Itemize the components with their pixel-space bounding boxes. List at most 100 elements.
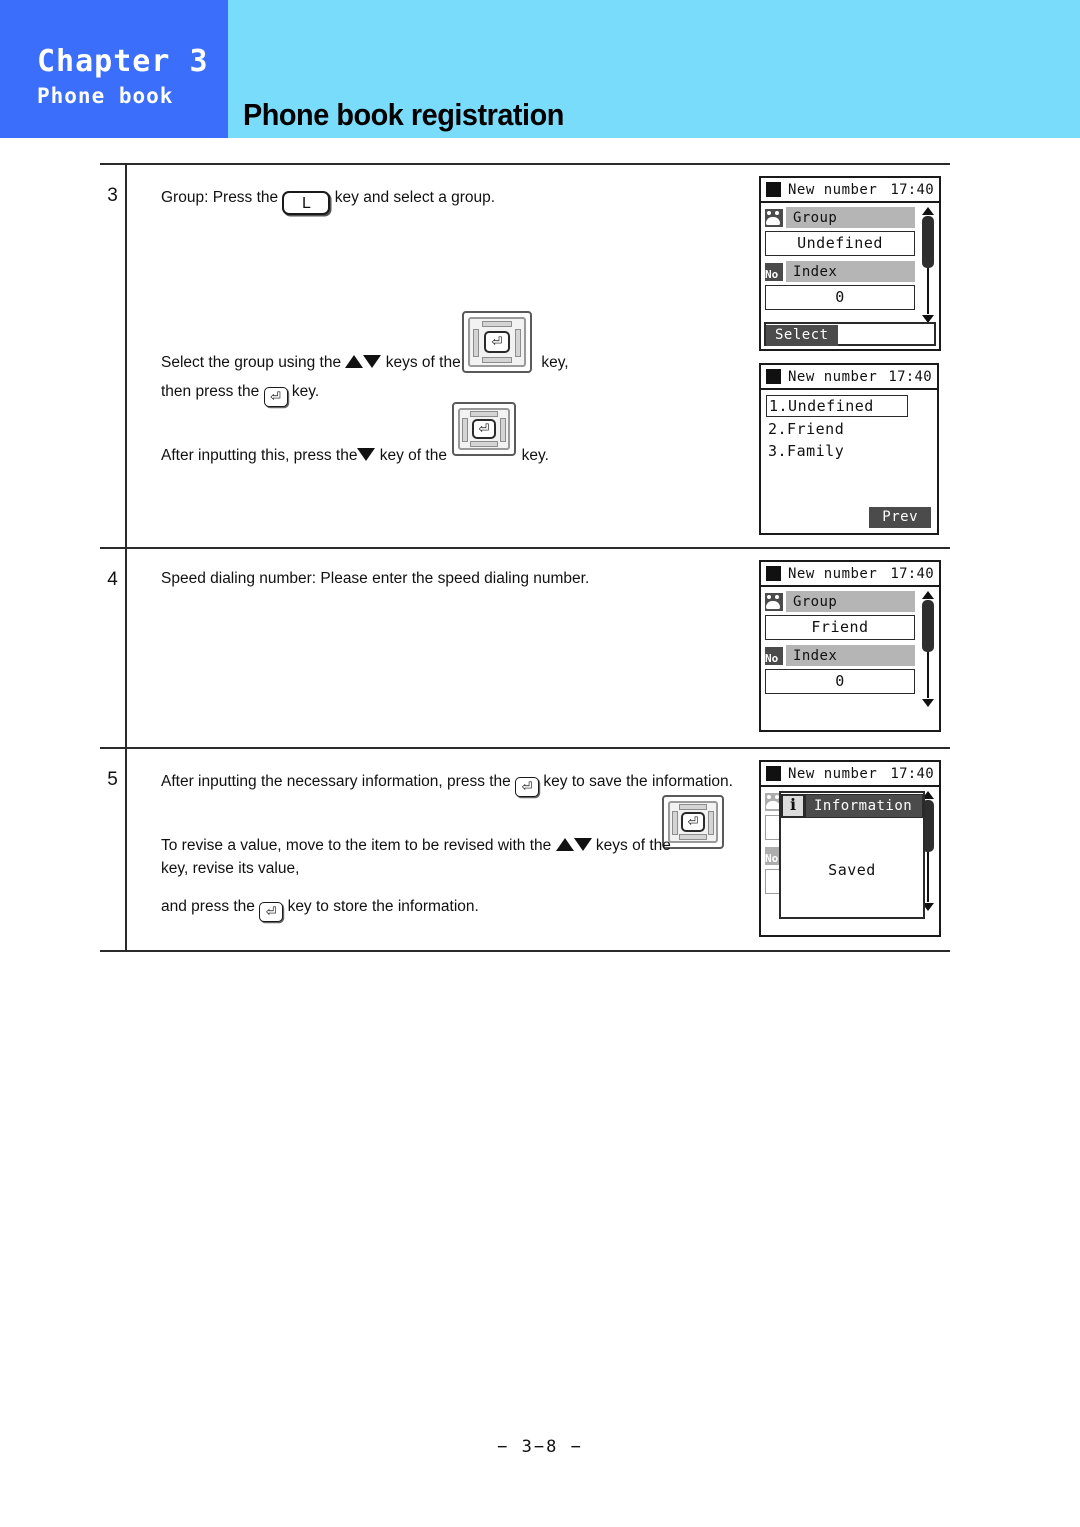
step5-line2-mid: keys of the [595, 837, 671, 854]
table-row: 5 After inputting the necessary informat… [100, 749, 950, 950]
navkey-up-pad [482, 321, 512, 327]
field-label-group: Group [765, 207, 915, 228]
lcd-titlebar: New number 17:40 [761, 365, 937, 390]
softkey-select[interactable]: Select [766, 325, 838, 346]
enter-key-icon: ⏎ [484, 331, 510, 353]
arrow-down-icon [573, 838, 592, 851]
field-label-text: Index [786, 645, 915, 666]
dialog-message: Saved [828, 861, 876, 879]
scroll-up-arrow-icon[interactable] [922, 207, 934, 215]
step-number: 3 [107, 185, 118, 206]
field-label-index: No Index [765, 261, 915, 282]
step-number: 4 [107, 569, 118, 590]
list-item[interactable]: 2.Friend [766, 419, 932, 441]
lcd-title: New number [788, 368, 878, 385]
field-value-index[interactable]: 0 [765, 669, 915, 694]
step3-line3: then press the ⏎ key. [161, 382, 319, 407]
step3-line4-pre: After inputting this, press the [161, 447, 358, 464]
lcd-screen-saved: New number 17:40 No i Information Saved [759, 760, 941, 937]
key-l-icon: L [282, 191, 331, 215]
lcd-titlebar: New number 17:40 [761, 562, 939, 587]
status-square-icon [766, 369, 781, 384]
info-icon [781, 794, 805, 818]
navkey-right-pad [500, 418, 506, 442]
chapter-tab: Chapter 3 Phone book [0, 0, 228, 138]
lcd-screen-group-friend: New number 17:40 Group Friend No Index 0 [759, 560, 941, 732]
softkey-bar: Select [764, 322, 936, 346]
step5-line4-pre: and press the [161, 898, 255, 915]
field-label-text: Index [786, 261, 915, 282]
softkey-bar: Prev [764, 506, 934, 530]
lcd-clock: 17:40 [890, 565, 934, 582]
lcd-body: Group Friend No Index 0 [761, 587, 939, 729]
number-icon: No [765, 646, 783, 665]
step-content: After inputting the necessary informatio… [125, 749, 950, 950]
scroll-up-arrow-icon[interactable] [922, 591, 934, 599]
lcd-clock: 17:40 [890, 765, 934, 782]
step5-line1-pre: After inputting the necessary informatio… [161, 773, 511, 790]
enter-key-icon: ⏎ [472, 419, 496, 439]
softkey-prev[interactable]: Prev [869, 507, 931, 528]
scroll-down-arrow-icon[interactable] [922, 699, 934, 707]
navigation-key-icon-3: ⏎ [662, 795, 724, 849]
information-dialog: Information Saved [779, 791, 925, 919]
arrow-down-icon [363, 355, 382, 368]
arrow-down-icon [357, 448, 376, 461]
number-icon: No [765, 262, 783, 281]
step5-line2: To revise a value, move to the item to b… [161, 836, 671, 856]
enter-key-icon: ⏎ [515, 777, 540, 797]
field-value-group[interactable]: Friend [765, 615, 915, 640]
page-title: Phone book registration [243, 97, 564, 132]
dialog-header: Information [781, 793, 923, 819]
field-label-group: Group [765, 591, 915, 612]
lcd-clock: 17:40 [890, 181, 934, 198]
field-label-text: Group [786, 207, 915, 228]
navkey-up-pad [470, 411, 498, 417]
status-square-icon [766, 566, 781, 581]
step3-line3-post: key. [291, 383, 320, 400]
group-icon [765, 208, 783, 227]
chapter-label: Chapter 3 [37, 44, 209, 79]
step3-line4-mid: key of the [379, 447, 447, 464]
lcd-title: New number [788, 565, 878, 582]
navkey-graphic: ⏎ [662, 795, 724, 849]
scrollbar[interactable] [922, 207, 934, 323]
step3-line3-pre: then press the [161, 383, 260, 400]
table-row: 4 Speed dialing number: Please enter the… [100, 549, 950, 749]
field-label-index: No Index [765, 645, 915, 666]
lcd-body: Group Undefined No Index 0 [761, 203, 939, 323]
step3-line2: Select the group using the keys of the k… [161, 353, 569, 373]
step5-line4-post: key to store the information. [287, 898, 479, 915]
list-item[interactable]: 1.Undefined [766, 395, 908, 417]
step3-line1-post: key and select a group. [334, 189, 496, 206]
chapter-subtitle: Phone book [37, 84, 174, 108]
list-item[interactable]: 3.Family [766, 441, 932, 463]
lcd-titlebar: New number 17:40 [761, 762, 939, 787]
step3-line1: Group: Press the L key and select a grou… [161, 188, 495, 215]
page-header: Chapter 3 Phone book Phone book registra… [0, 0, 1080, 138]
step3-line4-post: key. [521, 447, 549, 464]
enter-key-icon: ⏎ [681, 812, 705, 832]
scrollbar[interactable] [922, 591, 934, 707]
lcd-titlebar: New number 17:40 [761, 178, 939, 203]
step-number: 5 [107, 769, 118, 790]
navkey-left-pad [672, 811, 678, 835]
scroll-thumb[interactable] [922, 600, 934, 652]
step3-line2-post: key, [541, 354, 569, 371]
step5-line4: and press the ⏎ key to store the informa… [161, 897, 479, 922]
step3-line2-pre: Select the group using the [161, 354, 342, 371]
step-content: Speed dialing number: Please enter the s… [125, 549, 950, 747]
group-icon [765, 592, 783, 611]
arrow-up-icon [555, 838, 574, 851]
field-value-index[interactable]: 0 [765, 285, 915, 310]
field-value-group[interactable]: Undefined [765, 231, 915, 256]
enter-key-icon: ⏎ [263, 387, 288, 407]
step5-line1: After inputting the necessary informatio… [161, 772, 733, 797]
navkey-up-pad [679, 804, 707, 810]
table-row: 3 Group: Press the L key and select a gr… [100, 165, 950, 549]
field-label-text: Group [786, 591, 915, 612]
lcd-clock: 17:40 [888, 368, 932, 385]
scroll-thumb[interactable] [922, 216, 934, 268]
step5-line2-pre: To revise a value, move to the item to b… [161, 837, 552, 854]
step3-line2-mid: keys of the [385, 354, 461, 371]
